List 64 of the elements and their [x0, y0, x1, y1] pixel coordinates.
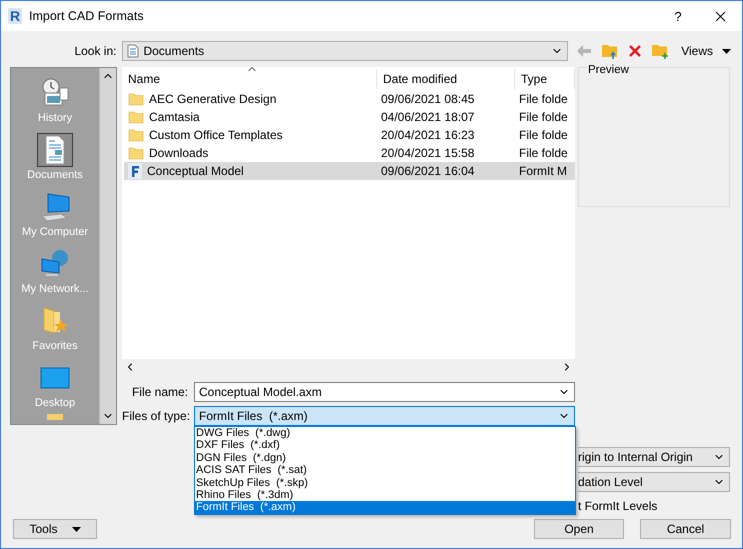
caret-icon — [72, 526, 80, 532]
document-icon — [127, 44, 140, 58]
file-row[interactable]: Downloads 20/04/2021 15:58 File folde — [124, 144, 575, 162]
date-modified: 09/06/2021 08:45 — [381, 92, 474, 106]
file-row[interactable]: Custom Office Templates 20/04/2021 16:23 File folde — [124, 126, 575, 144]
dropdown-option[interactable]: SketchUp Files (*.skp) — [195, 476, 575, 489]
file-type: File folde — [519, 128, 568, 142]
dropdown-option[interactable]: DWG Files (*.dwg) — [195, 427, 575, 440]
dropdown-option[interactable]: ACIS SAT Files (*.sat) — [195, 464, 575, 477]
folder-icon — [128, 91, 144, 107]
file-name: AEC Generative Design — [149, 92, 276, 106]
file-type: File folde — [519, 92, 568, 106]
date-modified: 04/06/2021 18:07 — [381, 110, 474, 124]
help-button[interactable]: ? — [655, 8, 701, 24]
preview-label: Preview — [587, 64, 630, 76]
file-icon — [128, 163, 142, 179]
window-title: Import CAD Formats — [29, 9, 145, 23]
checkbox-label: t FormIt Levels — [578, 499, 658, 513]
date-modified: 20/04/2021 16:23 — [381, 128, 474, 142]
option-dropdown[interactable]: dation Level — [578, 472, 730, 492]
folder-icon — [47, 414, 63, 420]
file-name-field[interactable]: Conceptual Model.axm — [194, 382, 575, 402]
file-name: Custom Office Templates — [149, 128, 283, 142]
file-row[interactable]: Camtasia 04/06/2021 18:07 File folde — [124, 108, 575, 126]
folder-icon — [128, 127, 144, 143]
file-type: File folde — [519, 110, 568, 124]
date-modified: 20/04/2021 15:58 — [381, 146, 474, 160]
file-row[interactable]: Conceptual Model 09/06/2021 16:04 FormIt M — [124, 162, 575, 180]
look-in-label: Look in: — [73, 44, 116, 58]
date-modified: 09/06/2021 16:04 — [381, 164, 474, 178]
option-dropdown[interactable]: rigin to Internal Origin — [578, 447, 730, 467]
scrollbar[interactable] — [99, 68, 116, 424]
dropdown-option[interactable]: Rhino Files (*.3dm) — [195, 488, 575, 502]
tools-button[interactable]: Tools — [13, 519, 97, 539]
caret-icon[interactable] — [722, 48, 731, 54]
file-name: Downloads — [149, 146, 208, 160]
dropdown-option[interactable]: DXF Files (*.dxf) — [195, 439, 575, 452]
file-name: Camtasia — [149, 110, 200, 124]
folder-up-icon[interactable] — [601, 42, 620, 60]
file-name-label: File name: — [130, 385, 188, 399]
folder-icon — [128, 109, 144, 125]
computer-icon — [39, 192, 71, 222]
delete-icon[interactable] — [628, 44, 642, 58]
views-button[interactable]: Views — [681, 44, 713, 58]
document-icon — [43, 135, 67, 165]
file-type: FormIt M — [519, 164, 567, 178]
file-type-dropdown[interactable]: FormIt Files (*.axm) — [194, 406, 575, 426]
file-row[interactable]: AEC Generative Design 09/06/2021 08:45 File folde — [124, 90, 575, 108]
dropdown-option[interactable]: FormIt Files (*.axm) — [195, 501, 575, 514]
dropdown-option[interactable]: DGN Files (*.dgn) — [195, 452, 575, 464]
column-header[interactable]: Type — [515, 69, 575, 89]
new-folder-icon[interactable] — [651, 42, 670, 60]
column-header[interactable]: Name — [122, 69, 377, 89]
file-type-label: Files of type: — [122, 409, 188, 423]
desktop-icon — [40, 365, 70, 391]
clock-icon — [40, 78, 70, 108]
app-logo: R — [8, 8, 22, 24]
column-header[interactable]: Date modified — [377, 69, 515, 89]
file-name: Conceptual Model — [147, 164, 244, 178]
open-button[interactable]: Open — [534, 519, 624, 539]
file-type: File folde — [519, 146, 568, 160]
look-in-dropdown[interactable]: Documents — [122, 41, 568, 61]
network-icon — [39, 249, 71, 279]
cancel-button[interactable]: Cancel — [640, 519, 731, 539]
